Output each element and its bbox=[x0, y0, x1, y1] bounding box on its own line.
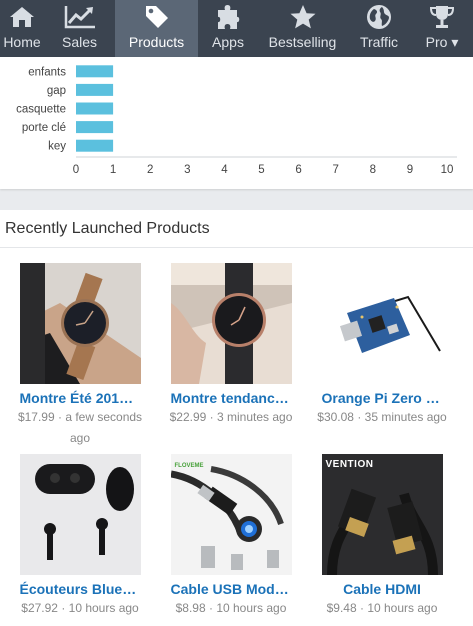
product-card[interactable]: Montre Été 2018 ... $17.99 · a few secon… bbox=[5, 263, 155, 449]
keyword-chart-card: enfants gap casquette porte clé key 0 1 2 3 4 5 6 7 8… bbox=[0, 57, 473, 189]
bar[interactable] bbox=[76, 83, 114, 96]
globe-icon bbox=[366, 0, 392, 34]
product-meta: $22.99 · 3 minutes ago bbox=[169, 410, 293, 424]
product-card[interactable]: FLOVEME Cable USB Moder... $8.98 · 10 ho… bbox=[156, 454, 306, 619]
nav-pro-label: Pro ▾ bbox=[425, 34, 459, 50]
x-tick-label: 0 bbox=[73, 164, 79, 176]
hdmi-cable-image[interactable]: VENTION bbox=[321, 454, 443, 575]
watch-leather-image[interactable] bbox=[19, 263, 141, 384]
tag-icon bbox=[144, 0, 170, 34]
bar[interactable] bbox=[76, 102, 114, 115]
product-card[interactable]: VENTION Cable HDMI $9.48 · 10 hours ago bbox=[307, 454, 457, 619]
y-tick-label: enfants bbox=[28, 66, 66, 78]
x-tick-label: 2 bbox=[147, 164, 153, 176]
x-tick-label: 10 bbox=[441, 164, 454, 176]
x-tick-label: 1 bbox=[110, 164, 116, 176]
bar[interactable] bbox=[76, 121, 114, 134]
nav-home-label: Home bbox=[3, 34, 41, 50]
nav-products[interactable]: Products bbox=[115, 0, 198, 57]
product-name-link[interactable]: Montre tendance ... bbox=[171, 390, 292, 406]
trophy-icon bbox=[429, 0, 455, 34]
chevron-down-icon: ▾ bbox=[451, 34, 459, 50]
watch-mesh-image[interactable] bbox=[170, 263, 292, 384]
product-name-link[interactable]: Orange Pi Zero H... bbox=[322, 390, 443, 406]
bar[interactable] bbox=[76, 139, 114, 152]
circuit-board-image[interactable] bbox=[321, 263, 443, 384]
nav-traffic-label: Traffic bbox=[359, 34, 399, 50]
product-name-link[interactable]: Cable USB Moder... bbox=[171, 581, 292, 597]
recent-products-title: Recently Launched Products bbox=[5, 220, 210, 237]
section-divider bbox=[0, 247, 473, 248]
x-tick-label: 3 bbox=[184, 164, 190, 176]
x-tick-label: 5 bbox=[258, 164, 264, 176]
nav-traffic[interactable]: Traffic bbox=[347, 0, 411, 57]
home-icon bbox=[9, 0, 35, 34]
product-card[interactable]: Écouteurs Blueto... $27.92 · 10 hours ag… bbox=[5, 454, 155, 619]
nav-sales[interactable]: Sales bbox=[44, 0, 115, 57]
brand-logo-label: FLOVEME bbox=[174, 463, 204, 469]
earbuds-image[interactable] bbox=[19, 454, 141, 575]
product-meta: $8.98 · 10 hours ago bbox=[175, 601, 287, 615]
star-icon bbox=[289, 0, 317, 34]
nav-products-label: Products bbox=[128, 34, 185, 50]
x-tick-label: 6 bbox=[295, 164, 301, 176]
y-tick-label: gap bbox=[47, 85, 66, 97]
product-name-link[interactable]: Montre Été 2018 ... bbox=[20, 390, 141, 406]
puzzle-icon bbox=[216, 0, 240, 34]
x-tick-label: 9 bbox=[407, 164, 413, 176]
x-tick-label: 4 bbox=[221, 164, 228, 176]
product-card[interactable]: Montre tendance ... $22.99 · 3 minutes a… bbox=[156, 263, 306, 428]
product-meta: $17.99 · a few seconds ago bbox=[17, 410, 143, 445]
nav-sales-label: Sales bbox=[61, 34, 98, 50]
bar[interactable] bbox=[76, 65, 114, 78]
nav-bestselling[interactable]: Bestselling bbox=[258, 0, 347, 57]
top-nav: Home Sales Products Apps Bestselling Tra… bbox=[0, 0, 473, 57]
product-meta: $9.48 · 10 hours ago bbox=[326, 601, 438, 615]
nav-home[interactable]: Home bbox=[0, 0, 44, 57]
nav-bestselling-label: Bestselling bbox=[268, 34, 337, 50]
product-name-link[interactable]: Écouteurs Blueto... bbox=[20, 581, 141, 597]
y-tick-label: porte clé bbox=[22, 122, 66, 134]
x-tick-label: 8 bbox=[370, 164, 376, 176]
usb-cable-image[interactable]: FLOVEME bbox=[170, 454, 292, 575]
y-tick-label: casquette bbox=[16, 104, 66, 116]
chart-line-icon bbox=[64, 0, 96, 34]
product-name-link[interactable]: Cable HDMI bbox=[322, 581, 443, 597]
brand-logo-label: VENTION bbox=[325, 459, 374, 470]
product-card[interactable]: Orange Pi Zero H... $30.08 · 35 minutes … bbox=[307, 263, 457, 428]
y-tick-label: key bbox=[48, 141, 66, 153]
product-meta: $27.92 · 10 hours ago bbox=[21, 601, 139, 615]
nav-apps-label: Apps bbox=[212, 34, 244, 50]
x-tick-label: 7 bbox=[332, 164, 338, 176]
nav-apps[interactable]: Apps bbox=[198, 0, 258, 57]
keyword-bar-chart: enfants gap casquette porte clé key 0 1 2 3 4 5 6 7 8… bbox=[16, 65, 457, 176]
nav-pro[interactable]: Pro ▾ bbox=[411, 0, 473, 57]
product-meta: $30.08 · 35 minutes ago bbox=[317, 410, 447, 424]
